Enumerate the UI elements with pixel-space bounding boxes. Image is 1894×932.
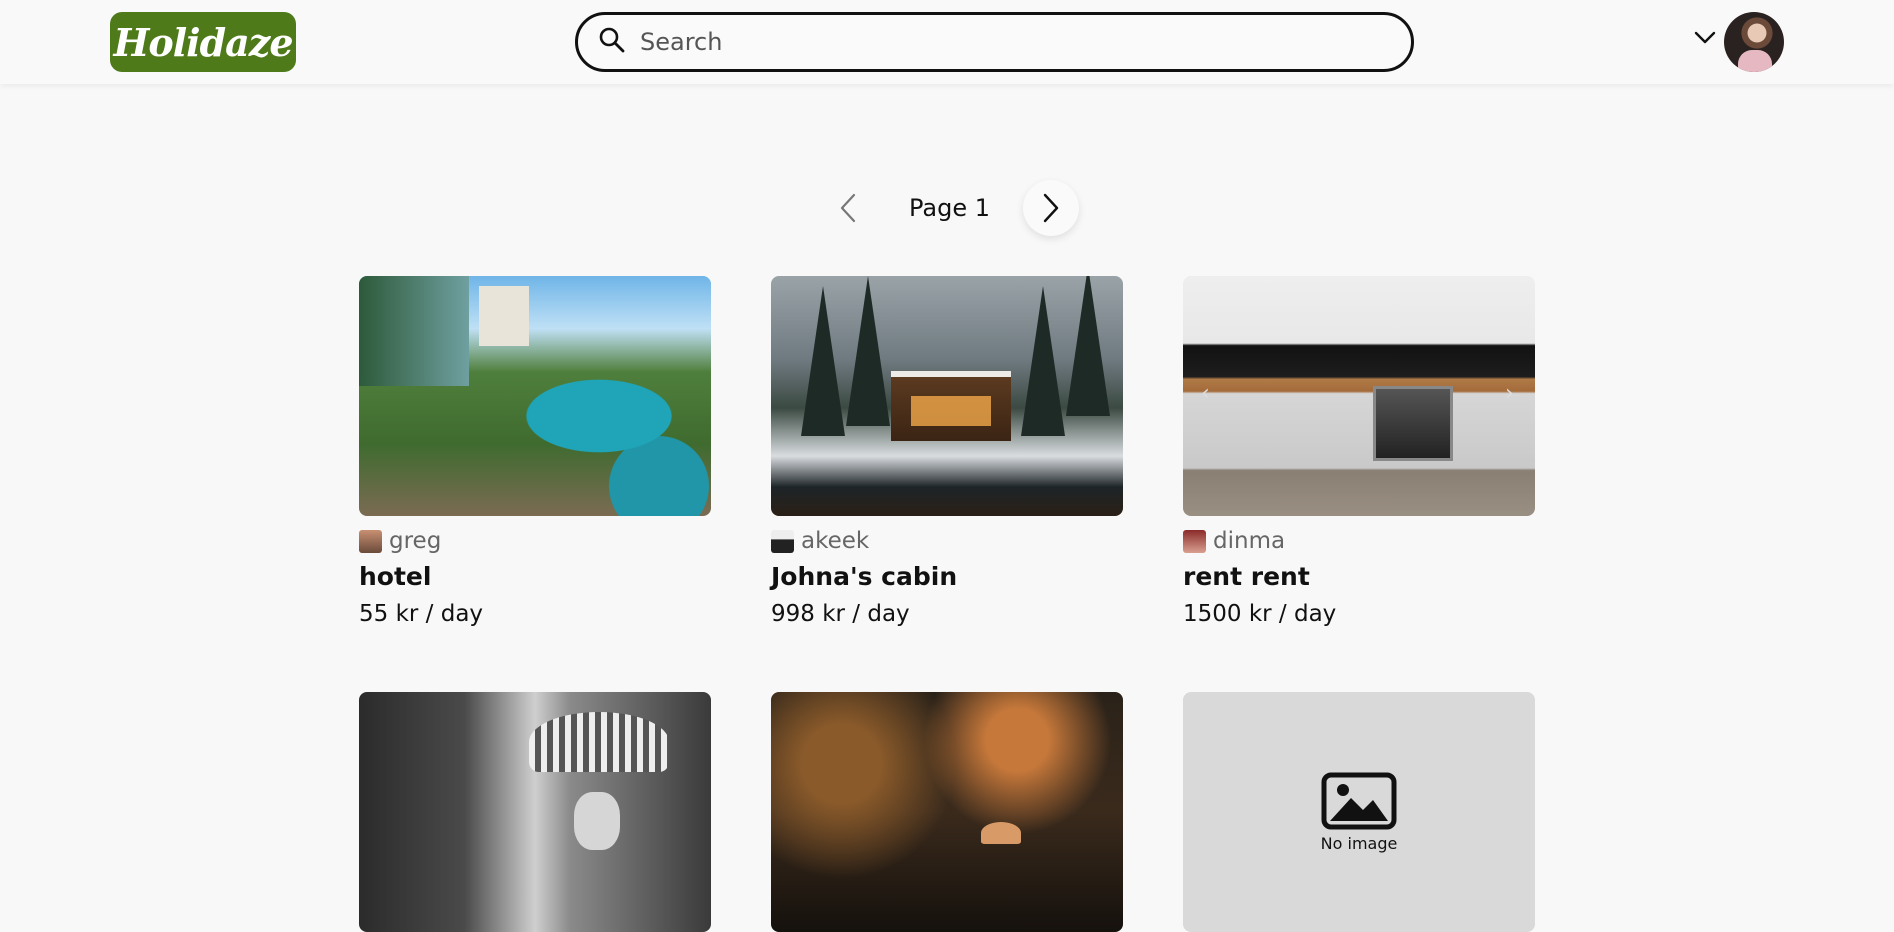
no-image-label: No image [1320,833,1398,853]
listing-title[interactable]: rent rent [1183,562,1535,591]
holidaze-logo[interactable]: Holidaze [110,12,296,72]
owner-avatar [1183,529,1206,553]
owner-name: greg [389,528,442,554]
user-avatar[interactable] [1724,12,1784,72]
top-nav: Holidaze [0,0,1894,84]
listing-card[interactable] [359,692,711,932]
listing-price: 55 kr / day [359,601,484,627]
carousel-prev-icon[interactable]: ‹ [1201,381,1210,406]
listing-card[interactable]: greg hotel 55 kr / day [359,276,711,627]
listing-owner[interactable]: akeek [771,528,1123,554]
search-input[interactable] [640,28,1400,56]
chevron-down-icon[interactable] [1694,30,1716,49]
page-indicator: Page 1 [909,194,990,222]
listing-card[interactable]: ‹ › dinma rent rent 1500 kr / day [1183,276,1535,627]
listing-price: 1500 kr / day [1183,601,1337,627]
listing-image[interactable] [771,276,1123,516]
prev-page-button[interactable] [820,180,876,236]
search-bar[interactable] [575,12,1414,72]
listing-price: 998 kr / day [771,601,910,627]
listing-owner[interactable]: dinma [1183,528,1535,554]
owner-name: dinma [1213,528,1286,554]
owner-avatar [359,529,382,553]
chevron-right-icon [1043,193,1059,223]
listing-image[interactable]: ‹ › [1183,276,1535,516]
search-icon [598,26,626,58]
listing-image[interactable] [771,692,1123,932]
listing-card[interactable] [771,692,1123,932]
listing-title[interactable]: hotel [359,562,711,591]
pagination: Page 1 [820,180,1080,240]
listing-image-placeholder[interactable]: No image [1183,692,1535,932]
image-placeholder-icon [1321,772,1397,829]
owner-avatar [771,529,794,553]
listing-image[interactable] [359,276,711,516]
next-page-button[interactable] [1023,180,1079,236]
listing-image[interactable] [359,692,711,932]
chevron-left-icon [840,193,856,223]
owner-name: akeek [801,528,870,554]
listing-card[interactable]: No image [1183,692,1535,932]
listing-card[interactable]: akeek Johna's cabin 998 kr / day [771,276,1123,627]
listing-owner[interactable]: greg [359,528,711,554]
listing-title[interactable]: Johna's cabin [771,562,1123,591]
carousel-next-icon[interactable]: › [1505,381,1514,406]
